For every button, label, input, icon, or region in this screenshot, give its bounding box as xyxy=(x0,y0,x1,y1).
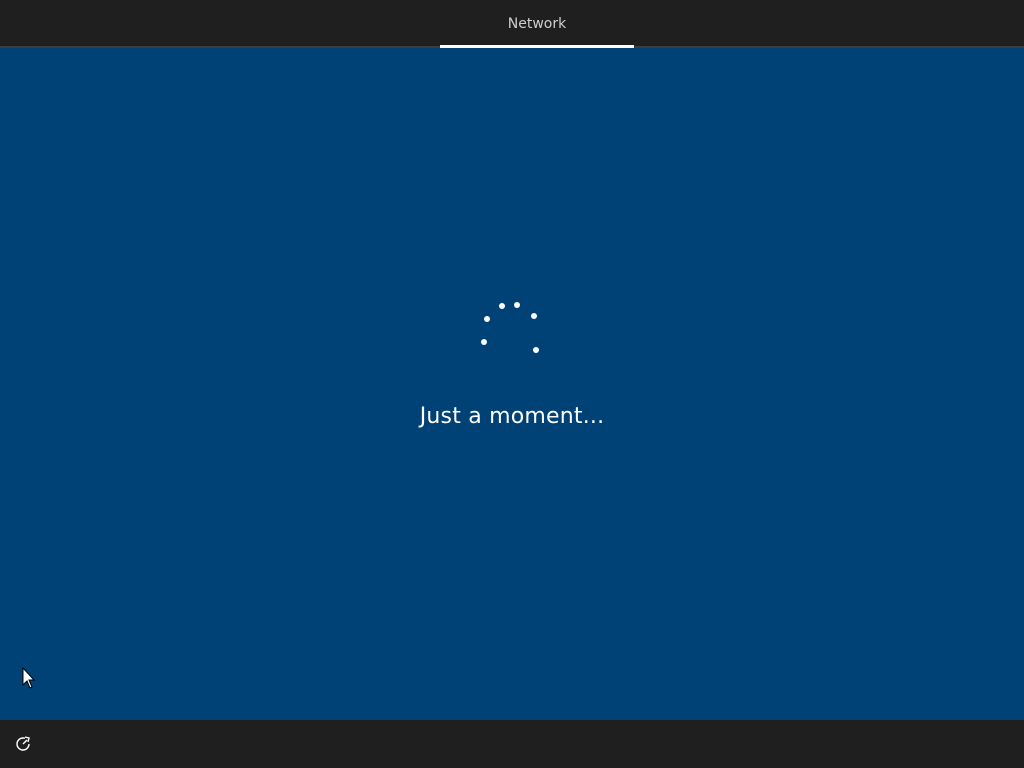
tab-network[interactable]: Network xyxy=(440,0,634,46)
loading-spinner-icon xyxy=(481,302,539,353)
spinner-dot xyxy=(499,303,505,309)
spinner-dot xyxy=(481,339,487,345)
main-content: Just a moment... xyxy=(0,48,1024,720)
spinner-dot xyxy=(514,302,520,308)
bottom-bar xyxy=(0,720,1024,768)
mouse-pointer-icon xyxy=(22,667,36,689)
spinner-dot xyxy=(531,313,537,319)
spinner-dot xyxy=(533,347,539,353)
status-message: Just a moment... xyxy=(419,404,605,429)
ease-of-access-icon[interactable] xyxy=(12,733,34,755)
spinner-dot xyxy=(484,316,490,322)
top-bar: Network xyxy=(0,0,1024,48)
